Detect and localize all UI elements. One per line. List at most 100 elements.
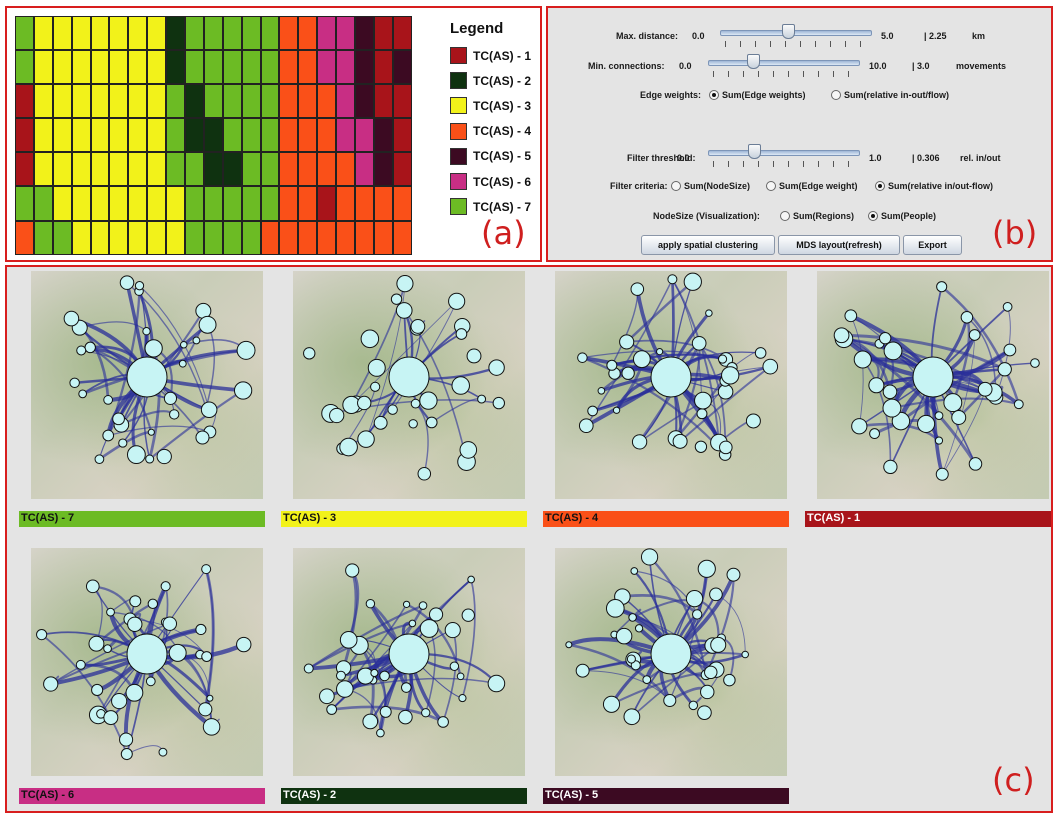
grid-cell[interactable] (90, 186, 110, 221)
grid-cell[interactable] (222, 16, 242, 51)
grid-cell[interactable] (166, 84, 186, 119)
grid-cell[interactable] (241, 186, 261, 221)
grid-cell[interactable] (298, 16, 318, 51)
grid-cell[interactable] (147, 84, 167, 119)
grid-cell[interactable] (52, 16, 72, 51)
grid-cell[interactable] (109, 118, 129, 153)
grid-cell[interactable] (166, 186, 186, 221)
grid-cell[interactable] (336, 84, 356, 119)
grid-cell[interactable] (298, 118, 318, 153)
grid-cell[interactable] (15, 152, 34, 187)
grid-cell[interactable] (33, 50, 53, 85)
grid-cell[interactable] (128, 186, 148, 221)
grid-cell[interactable] (336, 118, 356, 153)
grid-cell[interactable] (185, 186, 204, 221)
grid-cell[interactable] (373, 84, 393, 119)
grid-cell[interactable] (336, 50, 356, 85)
grid-cell[interactable] (260, 152, 280, 187)
grid-cell[interactable] (33, 220, 53, 255)
grid-cell[interactable] (373, 152, 393, 187)
network-map[interactable] (817, 271, 1049, 499)
grid-cell[interactable] (33, 16, 53, 51)
grid-cell[interactable] (203, 118, 223, 153)
grid-cell[interactable] (71, 84, 91, 119)
filter-threshold-slider-thumb[interactable] (747, 144, 761, 159)
grid-cell[interactable] (203, 186, 223, 221)
grid-cell[interactable] (147, 16, 167, 51)
grid-cell[interactable] (392, 152, 412, 187)
grid-cell[interactable] (90, 220, 110, 255)
grid-cell[interactable] (71, 220, 91, 255)
network-map-card[interactable]: TC(AS) - 3 (277, 271, 527, 536)
grid-cell[interactable] (355, 186, 374, 221)
grid-cell[interactable] (128, 84, 148, 119)
grid-cell[interactable] (203, 50, 223, 85)
grid-cell[interactable] (128, 16, 148, 51)
filter-criteria-option-1[interactable]: Sum(Edge weight) (766, 180, 858, 192)
grid-cell[interactable] (203, 16, 223, 51)
grid-cell[interactable] (203, 84, 223, 119)
grid-cell[interactable] (203, 220, 223, 255)
grid-cell[interactable] (147, 50, 167, 85)
grid-cell[interactable] (392, 220, 412, 255)
network-map-card[interactable]: TC(AS) - 6 (15, 548, 265, 813)
grid-cell[interactable] (15, 220, 34, 255)
grid-cell[interactable] (71, 152, 91, 187)
grid-cell[interactable] (392, 50, 412, 85)
grid-cell[interactable] (336, 16, 356, 51)
grid-cell[interactable] (128, 152, 148, 187)
grid-cell[interactable] (222, 50, 242, 85)
max-distance-slider[interactable] (720, 30, 872, 36)
grid-cell[interactable] (336, 152, 356, 187)
grid-cell[interactable] (52, 220, 72, 255)
grid-cell[interactable] (373, 118, 393, 153)
grid-cell[interactable] (109, 50, 129, 85)
grid-cell[interactable] (15, 84, 34, 119)
grid-cell[interactable] (279, 16, 299, 51)
grid-cell[interactable] (185, 152, 204, 187)
grid-cell[interactable] (222, 84, 242, 119)
grid-cell[interactable] (185, 16, 204, 51)
grid-cell[interactable] (260, 186, 280, 221)
grid-cell[interactable] (222, 186, 242, 221)
grid-cell[interactable] (260, 118, 280, 153)
grid-cell[interactable] (355, 50, 374, 85)
grid-cell[interactable] (317, 186, 337, 221)
network-map[interactable] (293, 548, 525, 776)
grid-cell[interactable] (222, 220, 242, 255)
grid-cell[interactable] (166, 152, 186, 187)
grid-cell[interactable] (279, 152, 299, 187)
grid-cell[interactable] (392, 84, 412, 119)
edge-weights-option-1[interactable]: Sum(relative in-out/flow) (831, 89, 949, 101)
grid-cell[interactable] (109, 16, 129, 51)
grid-cell[interactable] (241, 16, 261, 51)
grid-cell[interactable] (241, 118, 261, 153)
grid-cell[interactable] (33, 152, 53, 187)
grid-cell[interactable] (260, 16, 280, 51)
grid-cell[interactable] (298, 50, 318, 85)
grid-cell[interactable] (52, 152, 72, 187)
grid-cell[interactable] (52, 84, 72, 119)
grid-cell[interactable] (185, 50, 204, 85)
grid-cell[interactable] (392, 186, 412, 221)
mds-layout-refresh-button[interactable]: MDS layout(refresh) (778, 235, 900, 255)
grid-cell[interactable] (128, 118, 148, 153)
grid-cell[interactable] (317, 118, 337, 153)
grid-cell[interactable] (15, 50, 34, 85)
grid-cell[interactable] (336, 186, 356, 221)
grid-cell[interactable] (147, 186, 167, 221)
grid-cell[interactable] (317, 50, 337, 85)
grid-cell[interactable] (90, 50, 110, 85)
filter-criteria-option-0[interactable]: Sum(NodeSize) (671, 180, 750, 192)
grid-cell[interactable] (317, 220, 337, 255)
grid-cell[interactable] (241, 220, 261, 255)
grid-cell[interactable] (109, 84, 129, 119)
grid-cell[interactable] (166, 118, 186, 153)
grid-cell[interactable] (298, 186, 318, 221)
grid-cell[interactable] (373, 186, 393, 221)
network-map-card[interactable]: TC(AS) - 7 (15, 271, 265, 536)
grid-cell[interactable] (90, 16, 110, 51)
grid-cell[interactable] (355, 84, 374, 119)
grid-cell[interactable] (298, 220, 318, 255)
grid-cell[interactable] (33, 186, 53, 221)
